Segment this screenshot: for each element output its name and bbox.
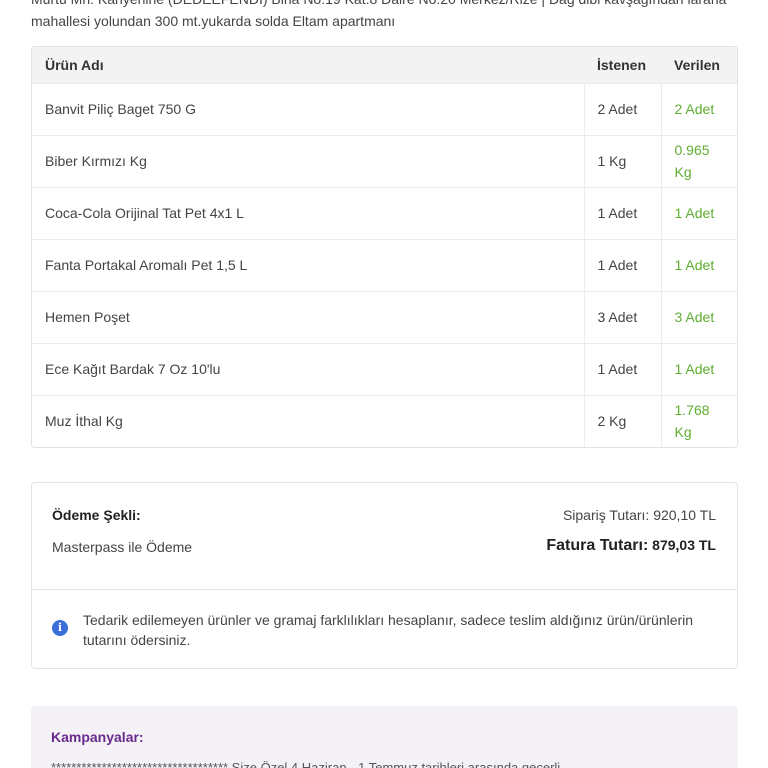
order-items-table: Ürün Adı İstenen Verilen Banvit Piliç Ba… — [31, 46, 738, 448]
payment-method-value: Masterpass ile Ödeme — [52, 539, 193, 555]
requested-qty: 1 Adet — [583, 343, 661, 395]
product-name: Fanta Portakal Aromalı Pet 1,5 L — [45, 257, 248, 273]
invoice-total-value: 879,03 TL — [652, 537, 716, 553]
invoice-total-label: Fatura Tutarı: — [546, 537, 649, 554]
delivery-address: Murtu Mh. Kahyeniñe (DEDEEFENDİ) Bina No… — [31, 0, 726, 29]
given-qty: 2 Adet — [660, 83, 737, 135]
product-name: Hemen Poşet — [45, 309, 130, 325]
requested-qty: 2 Kg — [583, 395, 661, 447]
requested-qty: 2 Adet — [583, 83, 661, 135]
requested-qty: 1 Kg — [583, 135, 661, 187]
requested-qty: 1 Adet — [583, 239, 661, 291]
given-qty: 0.965 Kg — [660, 135, 737, 187]
payment-method-label: Ödeme Şekli: — [52, 507, 141, 523]
col-product-name: Ürün Adı — [45, 56, 104, 73]
given-qty: 1 Adet — [660, 239, 737, 291]
table-row: Muz İthal Kg 2 Kg 1.768 Kg — [32, 395, 737, 447]
table-row: Biber Kırmızı Kg 1 Kg 0.965 Kg — [32, 135, 737, 187]
table-row: Ece Kağıt Bardak 7 Oz 10'lu 1 Adet 1 Ade… — [32, 343, 737, 395]
given-qty: 1 Adet — [660, 343, 737, 395]
order-total: Sipariş Tutarı: 920,10 TL — [562, 507, 716, 523]
given-qty: 1.768 Kg — [660, 395, 737, 447]
product-name: Muz İthal Kg — [45, 413, 123, 430]
requested-qty: 3 Adet — [583, 291, 661, 343]
table-row: Fanta Portakal Aromalı Pet 1,5 L 1 Adet … — [32, 239, 737, 291]
product-name: Biber Kırmızı Kg — [45, 153, 147, 169]
table-row: Hemen Poşet 3 Adet 3 Adet — [32, 291, 737, 343]
requested-qty: 1 Adet — [583, 187, 661, 239]
card-divider — [32, 589, 737, 590]
product-name: Ece Kağıt Bardak 7 Oz 10'lu — [45, 361, 221, 377]
info-message: Tedarik edilemeyen ürünler ve gramaj far… — [83, 612, 694, 648]
campaigns-card: Kampanyalar: ***************************… — [31, 706, 738, 768]
given-qty: 3 Adet — [660, 291, 737, 343]
campaigns-title: Kampanyalar: — [51, 729, 144, 745]
col-given: Verilen — [674, 56, 720, 73]
payment-summary-card: Ödeme Şekli: Masterpass ile Ödeme Sipari… — [31, 482, 738, 669]
product-name: Banvit Piliç Baget 750 G — [45, 101, 196, 117]
campaign-text: *********************************** Size… — [51, 760, 575, 768]
info-icon: i — [52, 620, 68, 636]
table-row: Banvit Piliç Baget 750 G 2 Adet 2 Adet — [32, 83, 737, 135]
col-requested: İstenen — [597, 56, 647, 73]
table-row: Coca-Cola Orijinal Tat Pet 4x1 L 1 Adet … — [32, 187, 737, 239]
table-header-row: Ürün Adı İstenen Verilen — [32, 47, 737, 83]
product-name: Coca-Cola Orijinal Tat Pet 4x1 L — [45, 205, 244, 221]
invoice-total: Fatura Tutarı: 879,03 TL — [546, 537, 716, 555]
given-qty: 1 Adet — [660, 187, 737, 239]
